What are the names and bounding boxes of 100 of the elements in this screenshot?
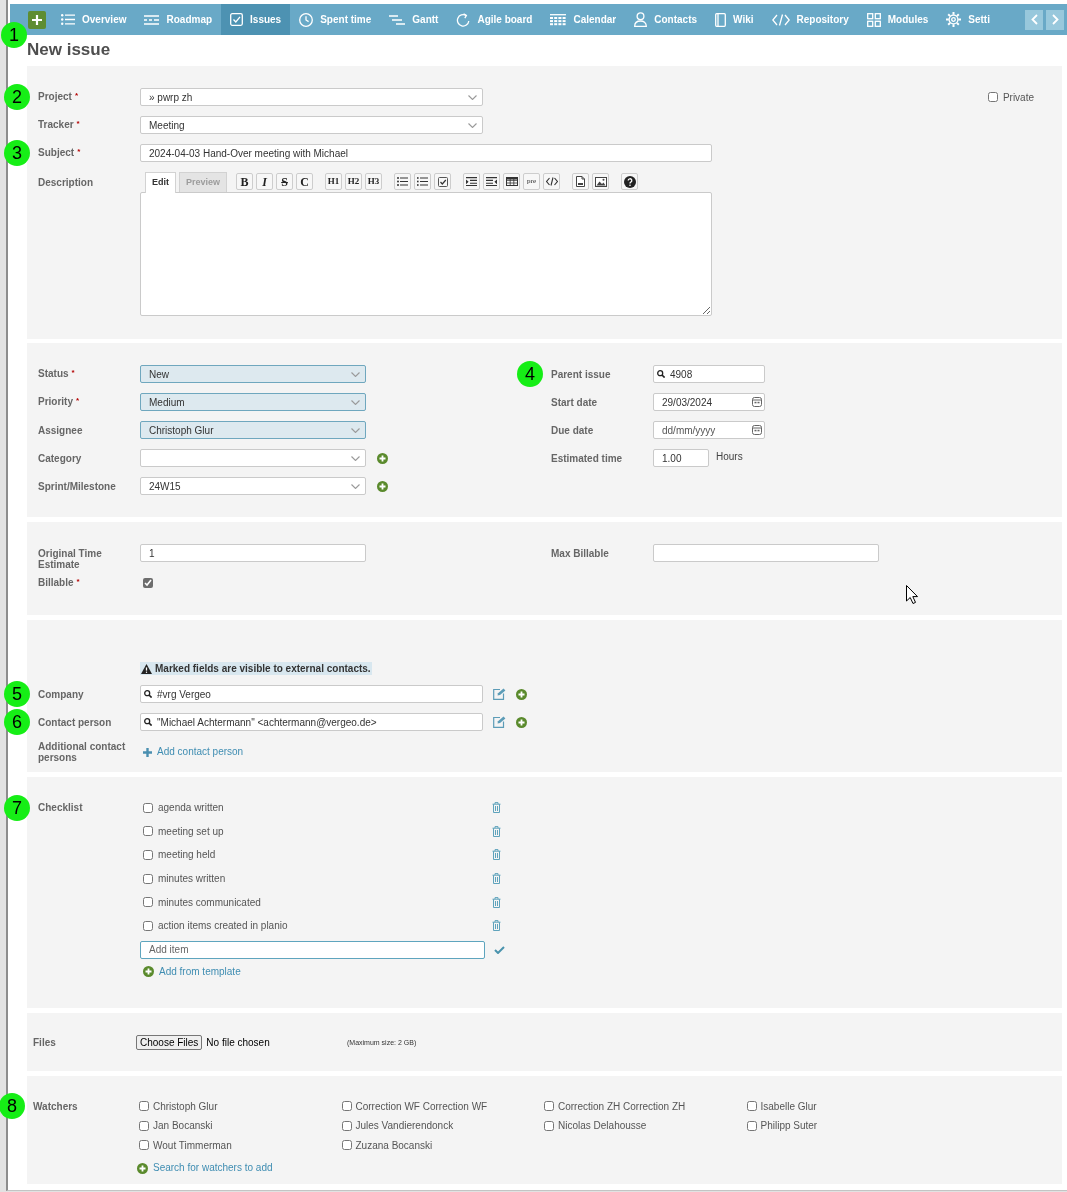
cursor-icon: [906, 585, 918, 604]
dropdown[interactable]: 24W15: [140, 477, 366, 495]
toolbar-button[interactable]: I: [256, 173, 274, 190]
checkbox[interactable]: [139, 1140, 149, 1150]
search-field[interactable]: "Michael Achtermann" <achtermann@vergeo.de>: [140, 713, 483, 731]
number-marker: 8: [0, 1093, 25, 1119]
toolbar-button[interactable]: C: [296, 173, 314, 190]
text-field[interactable]: 1: [140, 544, 366, 562]
checkbox-label: Zuzana Bocanski: [355, 1139, 433, 1151]
dropdown[interactable]: » pwrp zh: [140, 88, 483, 106]
checkbox[interactable]: [746, 1120, 757, 1131]
toolbar-button[interactable]: B: [236, 173, 254, 190]
checkbox[interactable]: [143, 873, 153, 884]
editor-tab[interactable]: Edit: [145, 172, 176, 193]
plus-circle-icon[interactable]: [377, 452, 388, 464]
number-field[interactable]: 1.00: [653, 449, 709, 467]
page-title: New issue: [27, 40, 111, 60]
text-field[interactable]: [653, 544, 879, 562]
search-field[interactable]: #vrg Vergeo: [140, 685, 483, 703]
choose-files-button[interactable]: Choose Files: [136, 1034, 203, 1050]
field-label: Due date: [551, 424, 594, 436]
scroll-left-button[interactable]: [1025, 9, 1043, 30]
checkbox-label: minutes communicated: [158, 896, 261, 908]
checkbox[interactable]: [139, 1101, 149, 1111]
checkbox-label: Philipp Suter: [760, 1120, 818, 1131]
plus-icon: [143, 747, 152, 757]
plus-circle-icon[interactable]: [516, 716, 527, 728]
numbered-list-icon: [417, 177, 429, 186]
checkbox-label: Correction WF Correction WF: [355, 1100, 488, 1112]
toolbar-button[interactable]: [572, 173, 590, 190]
toolbar-button[interactable]: [434, 173, 452, 190]
checkbox[interactable]: [544, 1120, 554, 1131]
pencil-square-icon[interactable]: [493, 716, 506, 728]
toolbar-button[interactable]: [394, 173, 412, 190]
chevron-left-icon: [1030, 14, 1038, 25]
dropdown[interactable]: Christoph Glur: [140, 421, 366, 439]
code-icon: [545, 177, 558, 186]
checkbox[interactable]: [341, 1101, 352, 1111]
checkbox-label: action items created in planio: [158, 920, 288, 932]
toolbar-button[interactable]: S: [276, 173, 294, 190]
trash-icon[interactable]: [492, 825, 501, 837]
plus-circle-icon: [143, 966, 154, 978]
checkbox[interactable]: [143, 826, 153, 837]
search-icon: [657, 370, 665, 378]
chevron-right-icon: [1051, 14, 1059, 25]
chevron-down-icon: [351, 371, 360, 377]
search-field[interactable]: 4908: [653, 365, 765, 383]
scroll-right-button[interactable]: [1046, 9, 1064, 30]
toolbar-button[interactable]: [592, 173, 610, 190]
toolbar-button[interactable]: [414, 173, 432, 190]
add-link[interactable]: Add contact person: [143, 746, 244, 758]
checkbox[interactable]: [139, 1120, 149, 1131]
checkbox[interactable]: [143, 850, 153, 860]
toolbar-button[interactable]: [543, 173, 561, 190]
template-link[interactable]: Add from template: [143, 965, 241, 978]
toolbar-button[interactable]: [621, 173, 639, 190]
checkbox[interactable]: [341, 1120, 352, 1131]
checkbox[interactable]: [143, 920, 153, 931]
trash-icon[interactable]: [492, 896, 501, 908]
outdent-icon: [486, 177, 498, 186]
toolbar-button[interactable]: H3: [365, 173, 383, 190]
description-field[interactable]: [140, 192, 712, 316]
checkbox[interactable]: [987, 92, 998, 102]
checkbox[interactable]: [341, 1140, 352, 1150]
dropdown[interactable]: Medium: [140, 393, 366, 411]
checkbox-label: meeting set up: [158, 825, 224, 837]
field-label: Additional contact persons: [38, 741, 127, 763]
watcher-search-link[interactable]: Search for watchers to add: [137, 1162, 273, 1174]
number-marker: 3: [4, 139, 30, 166]
toolbar-button[interactable]: [483, 173, 501, 190]
checkbox[interactable]: [544, 1101, 554, 1111]
checkbox[interactable]: [143, 802, 153, 813]
clock-icon: [299, 12, 314, 27]
add-button[interactable]: [28, 10, 46, 29]
calendar-icon[interactable]: [752, 425, 762, 435]
trash-icon[interactable]: [492, 849, 501, 861]
toolbar-button[interactable]: H2: [345, 173, 363, 190]
calendar-icon[interactable]: [752, 397, 762, 407]
toolbar-button[interactable]: [463, 173, 481, 190]
checkbox[interactable]: [143, 897, 153, 908]
pencil-square-icon[interactable]: [493, 688, 506, 700]
trash-icon[interactable]: [492, 920, 501, 932]
text-field[interactable]: 2024-04-03 Hand-Over meeting with Michael: [140, 144, 712, 162]
date-field[interactable]: 29/03/2024: [653, 393, 765, 411]
checkbox-label: Nicolas Delahousse: [558, 1120, 647, 1131]
plus-circle-icon[interactable]: [377, 480, 388, 492]
toolbar-button[interactable]: [503, 173, 521, 190]
date-field[interactable]: dd/mm/yyyy: [653, 421, 765, 439]
plus-circle-icon[interactable]: [516, 688, 527, 700]
checkbox[interactable]: [746, 1101, 757, 1111]
dropdown[interactable]: New: [140, 365, 366, 383]
trash-icon[interactable]: [492, 802, 501, 814]
settings-icon: [946, 12, 962, 27]
dropdown[interactable]: Meeting: [140, 116, 483, 134]
toolbar-button[interactable]: H1: [325, 173, 343, 190]
new-item-field[interactable]: Add item: [140, 940, 485, 959]
checkbox[interactable]: [143, 578, 153, 588]
checkmark-icon[interactable]: [494, 945, 505, 954]
field-label: Parent issue: [551, 368, 611, 380]
trash-icon[interactable]: [492, 873, 501, 885]
